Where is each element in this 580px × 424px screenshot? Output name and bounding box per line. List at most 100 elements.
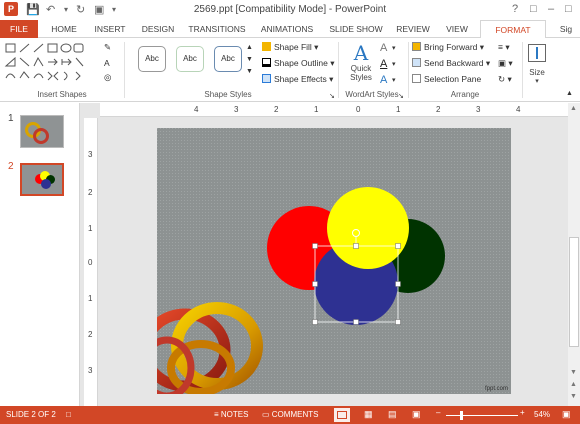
send-backward-label: Send Backward — [424, 58, 484, 68]
scroll-up-icon[interactable]: ▲ — [570, 105, 577, 112]
bring-forward-button[interactable]: Bring Forward ▾ — [412, 42, 484, 53]
shape-effects-label: Shape Effects — [274, 74, 327, 84]
edit-shape-icon[interactable]: ✎ — [104, 42, 111, 53]
tab-slide-show[interactable]: SLIDE SHOW — [326, 20, 386, 38]
next-slide-icon[interactable]: ▼ — [570, 393, 577, 400]
ring-graphic — [33, 128, 49, 144]
text-outline-icon[interactable]: A — [380, 58, 387, 70]
thumbnail-number-1: 1 — [8, 113, 14, 124]
ruler-tick: 0 — [88, 258, 93, 267]
slide-indicator: SLIDE 2 OF 2 — [6, 410, 56, 419]
shape-outline-label: Shape Outline — [274, 58, 328, 68]
tab-insert[interactable]: INSERT — [88, 20, 132, 38]
minimize-icon[interactable]: – — [548, 3, 554, 15]
text-effects-icon[interactable]: A — [380, 74, 387, 86]
zoom-level[interactable]: 54% — [534, 410, 550, 419]
separator — [338, 42, 339, 98]
reading-view-icon[interactable]: ▤ — [388, 409, 397, 420]
slide-thumbnail-1[interactable] — [20, 115, 64, 148]
send-backward-button[interactable]: Send Backward ▾ — [412, 58, 490, 69]
text-effects-dropdown-icon[interactable]: ▾ — [392, 76, 396, 84]
tab-sign[interactable]: Sig — [552, 20, 580, 38]
text-outline-dropdown-icon[interactable]: ▾ — [392, 60, 396, 68]
spell-check-icon[interactable]: □ — [66, 410, 71, 419]
slide-thumbnail-2[interactable] — [20, 163, 64, 196]
align-icon[interactable]: ≡ ▾ — [498, 42, 510, 53]
group-icon[interactable]: ▣ ▾ — [498, 58, 513, 69]
tab-file[interactable]: FILE — [0, 20, 38, 38]
circle-graphic — [41, 179, 51, 189]
selection-pane-icon — [412, 74, 421, 83]
thumbnail-number-2: 2 — [8, 161, 14, 172]
separator — [408, 42, 409, 98]
horizontal-ruler: 4 3 2 1 0 1 2 3 4 — [100, 103, 568, 117]
shape-fill-button[interactable]: Shape Fill ▾ — [262, 42, 318, 53]
style-preset-3[interactable]: Abc — [214, 46, 242, 72]
selection-pane-button[interactable]: Selection Pane — [412, 74, 481, 84]
yellow-circle[interactable] — [327, 187, 409, 269]
group-label-shape-styles: Shape Styles — [204, 90, 252, 99]
collapse-ribbon-icon[interactable]: ▲ — [566, 90, 573, 97]
group-label-insert-shapes: Insert Shapes — [37, 90, 87, 99]
slide-sorter-icon[interactable]: ▦ — [364, 409, 373, 420]
text-fill-icon[interactable]: A — [380, 42, 387, 54]
text-box-icon[interactable]: A — [104, 58, 110, 68]
group-label-wordart-styles: WordArt Styles — [345, 90, 399, 99]
format-text-launcher-icon[interactable]: ↘ — [398, 92, 404, 100]
zoom-out-icon[interactable]: – — [436, 408, 440, 417]
gallery-down-icon[interactable]: ▼ — [246, 56, 253, 63]
ruler-tick: 2 — [436, 105, 441, 114]
slide[interactable]: fppt.com — [157, 128, 511, 394]
zoom-in-icon[interactable]: + — [520, 408, 525, 417]
separator — [124, 42, 125, 98]
zoom-slider-thumb[interactable] — [460, 411, 463, 420]
normal-view-button[interactable] — [334, 408, 350, 422]
ruler-tick: 3 — [88, 366, 93, 375]
window-title: 2569.ppt [Compatibility Mode] - PowerPoi… — [193, 4, 387, 15]
text-fill-dropdown-icon[interactable]: ▾ — [392, 44, 396, 52]
quick-styles-button[interactable]: A Quick Styles — [344, 42, 378, 88]
ribbon: ✎ A ◎ Insert Shapes Abc Abc Abc ▲ ▼ ▼ Sh… — [0, 38, 580, 102]
ruler-tick: 0 — [356, 105, 361, 114]
scroll-down-icon[interactable]: ▼ — [570, 369, 577, 376]
tab-view[interactable]: VIEW — [440, 20, 474, 38]
zoom-slider[interactable] — [446, 415, 518, 416]
slide-show-icon[interactable]: ▣ — [412, 409, 421, 420]
shape-effects-button[interactable]: Shape Effects ▾ — [262, 74, 333, 85]
fit-to-window-icon[interactable]: ▣ — [562, 409, 571, 420]
help-icon[interactable]: ? — [512, 3, 518, 15]
maximize-icon[interactable]: □ — [565, 3, 572, 15]
separator — [522, 42, 523, 98]
merge-shapes-icon[interactable]: ◎ — [104, 72, 111, 83]
ruler-tick: 1 — [88, 224, 93, 233]
gallery-up-icon[interactable]: ▲ — [246, 44, 253, 51]
ribbon-display-icon[interactable]: □ — [530, 3, 537, 15]
tab-review[interactable]: REVIEW — [392, 20, 434, 38]
previous-slide-icon[interactable]: ▲ — [570, 381, 577, 388]
tab-animations[interactable]: ANIMATIONS — [254, 20, 320, 38]
vertical-scrollbar[interactable]: ▲ ▼ ▲ ▼ — [568, 103, 580, 406]
ruler-tick: 2 — [274, 105, 279, 114]
pencil-icon — [262, 58, 271, 67]
notes-label: NOTES — [220, 410, 249, 419]
tab-format[interactable]: FORMAT — [480, 20, 546, 39]
rotate-icon[interactable]: ↻ ▾ — [498, 74, 512, 85]
tab-design[interactable]: DESIGN — [136, 20, 180, 38]
style-preset-1[interactable]: Abc — [138, 46, 166, 72]
scroll-thumb[interactable] — [569, 237, 579, 347]
gallery-more-icon[interactable]: ▼ — [246, 68, 253, 75]
format-shape-launcher-icon[interactable]: ↘ — [329, 92, 335, 100]
ruler-tick: 3 — [88, 150, 93, 159]
quick-styles-label: Quick Styles — [350, 64, 372, 82]
size-button[interactable]: Size ▾ — [526, 42, 548, 88]
tab-home[interactable]: HOME — [44, 20, 84, 38]
shapes-gallery[interactable] — [4, 42, 100, 86]
tab-transitions[interactable]: TRANSITIONS — [184, 20, 250, 38]
powerpoint-window: P 💾 ↶ ▾ ↻ ▣ ▾ 2569.ppt [Compatibility Mo… — [0, 0, 580, 424]
shape-outline-button[interactable]: Shape Outline ▾ — [262, 58, 335, 69]
size-dropdown-icon: ▾ — [535, 78, 539, 85]
style-preset-2[interactable]: Abc — [176, 46, 204, 72]
ruler-tick: 1 — [88, 294, 93, 303]
comments-button[interactable]: ▭ COMMENTS — [262, 410, 318, 419]
notes-button[interactable]: ≡ NOTES — [214, 410, 248, 419]
